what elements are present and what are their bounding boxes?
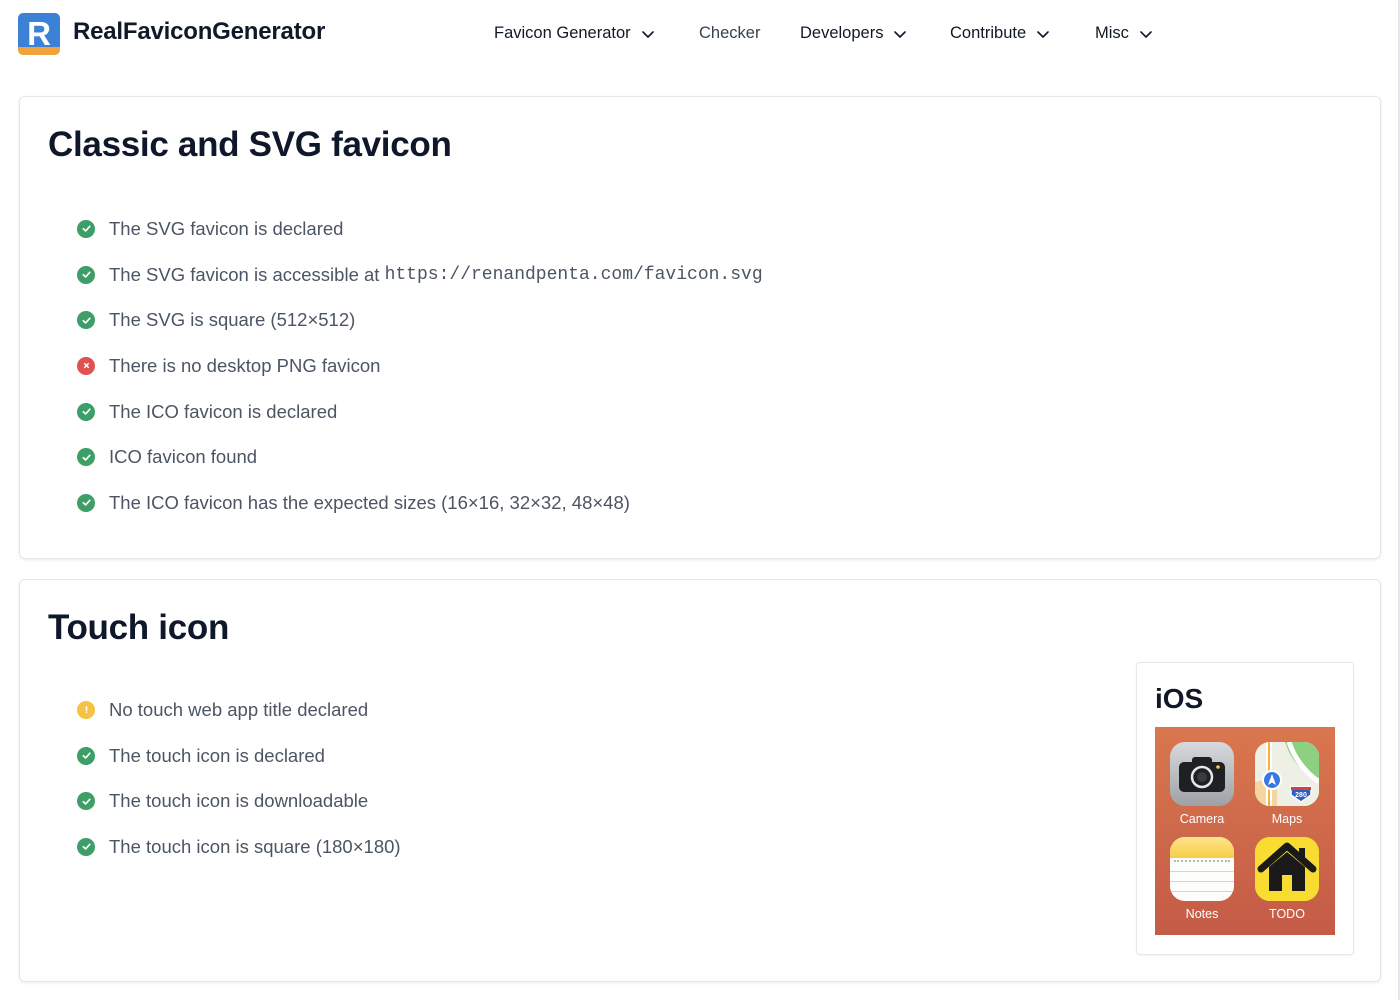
check-item: The touch icon is square (180×180) bbox=[77, 824, 401, 870]
top-navigation-bar: R RealFaviconGenerator Favicon Generator… bbox=[0, 0, 1400, 70]
classic-check-list: The SVG favicon is declared The SVG favi… bbox=[77, 206, 763, 526]
notes-icon bbox=[1170, 837, 1234, 901]
check-ok-icon bbox=[77, 746, 95, 765]
check-ok-icon bbox=[77, 265, 95, 284]
interstate-shield-label: 280 bbox=[1295, 792, 1307, 799]
check-text: The ICO favicon is declared bbox=[109, 400, 338, 422]
check-item: The touch icon is downloadable bbox=[77, 778, 401, 824]
app-label-todo: TODO bbox=[1269, 907, 1305, 921]
app-label-notes: Notes bbox=[1185, 907, 1219, 921]
nav-checker[interactable]: Checker bbox=[699, 24, 760, 43]
check-text: The SVG favicon is accessible at bbox=[109, 263, 385, 285]
check-item: The SVG favicon is declared bbox=[77, 206, 763, 252]
check-ok-icon bbox=[77, 311, 95, 330]
check-item: The touch icon is declared bbox=[77, 733, 401, 779]
check-item: ICO favicon found bbox=[77, 434, 763, 480]
ios-preview-title: iOS bbox=[1155, 683, 1204, 714]
check-item: The SVG favicon is accessible at https:/… bbox=[77, 252, 763, 298]
classic-svg-favicon-card: Classic and SVG favicon The SVG favicon … bbox=[19, 96, 1381, 559]
svg-favicon-url: https://renandpenta.com/favicon.svg bbox=[384, 264, 763, 285]
check-item: No touch web app title declared bbox=[77, 687, 401, 733]
nav-developers-label: Developers bbox=[800, 24, 884, 42]
chevron-down-icon bbox=[641, 30, 654, 38]
check-ok-icon bbox=[77, 402, 95, 421]
camera-icon bbox=[1170, 742, 1234, 806]
logo[interactable]: R bbox=[18, 13, 60, 55]
ios-home-screen: Camera 280 Maps Notes TODO bbox=[1155, 727, 1335, 935]
check-item: The ICO favicon is declared bbox=[77, 389, 763, 435]
chevron-down-icon bbox=[894, 30, 907, 38]
check-text: The SVG favicon is declared bbox=[109, 217, 344, 239]
house-icon bbox=[1255, 837, 1319, 901]
check-error-icon bbox=[77, 356, 95, 375]
check-text: The touch icon is downloadable bbox=[109, 790, 369, 812]
check-text: There is no desktop PNG favicon bbox=[109, 354, 381, 376]
nav-contribute[interactable]: Contribute bbox=[950, 24, 1050, 43]
check-ok-icon bbox=[77, 792, 95, 811]
app-camera: Camera bbox=[1170, 742, 1234, 826]
chevron-down-icon bbox=[1037, 30, 1049, 38]
brand-name[interactable]: RealFaviconGenerator bbox=[73, 18, 325, 46]
app-maps: 280 Maps bbox=[1255, 742, 1319, 826]
check-item: The SVG is square (512×512) bbox=[77, 297, 763, 343]
check-ok-icon bbox=[77, 493, 95, 512]
app-label-maps: Maps bbox=[1271, 812, 1303, 826]
check-text: The touch icon is declared bbox=[109, 744, 325, 766]
section-title-touch: Touch icon bbox=[48, 608, 230, 647]
check-text: The SVG is square (512×512) bbox=[109, 309, 356, 331]
app-notes: Notes bbox=[1170, 837, 1234, 921]
touch-check-list: No touch web app title declared The touc… bbox=[77, 687, 401, 870]
check-item: There is no desktop PNG favicon bbox=[77, 343, 763, 389]
check-warning-icon bbox=[77, 700, 95, 719]
check-text: No touch web app title declared bbox=[109, 698, 369, 720]
touch-icon-card: Touch icon No touch web app title declar… bbox=[19, 579, 1381, 982]
nav-contribute-label: Contribute bbox=[950, 24, 1027, 42]
check-item: The ICO favicon has the expected sizes (… bbox=[77, 480, 763, 526]
check-ok-icon bbox=[77, 219, 95, 238]
check-text: The touch icon is square (180×180) bbox=[109, 835, 401, 857]
check-text: ICO favicon found bbox=[109, 446, 258, 468]
maps-icon: 280 bbox=[1255, 742, 1319, 806]
logo-letter: R bbox=[27, 15, 51, 52]
nav-favicon-generator[interactable]: Favicon Generator bbox=[494, 24, 655, 43]
ios-preview-panel: iOS Camera 280 Maps Notes TODO bbox=[1136, 662, 1354, 955]
nav-checker-label: Checker bbox=[699, 24, 761, 42]
app-todo: TODO bbox=[1255, 837, 1319, 921]
nav-misc-label: Misc bbox=[1095, 24, 1129, 42]
nav-misc[interactable]: Misc bbox=[1095, 24, 1153, 43]
check-ok-icon bbox=[77, 448, 95, 467]
chevron-down-icon bbox=[1140, 30, 1152, 38]
check-ok-icon bbox=[77, 837, 95, 856]
app-label-camera: Camera bbox=[1179, 812, 1225, 826]
nav-favicon-generator-label: Favicon Generator bbox=[494, 24, 631, 42]
nav-developers[interactable]: Developers bbox=[800, 24, 907, 43]
section-title-classic: Classic and SVG favicon bbox=[48, 125, 452, 164]
check-text: The ICO favicon has the expected sizes (… bbox=[109, 491, 630, 513]
